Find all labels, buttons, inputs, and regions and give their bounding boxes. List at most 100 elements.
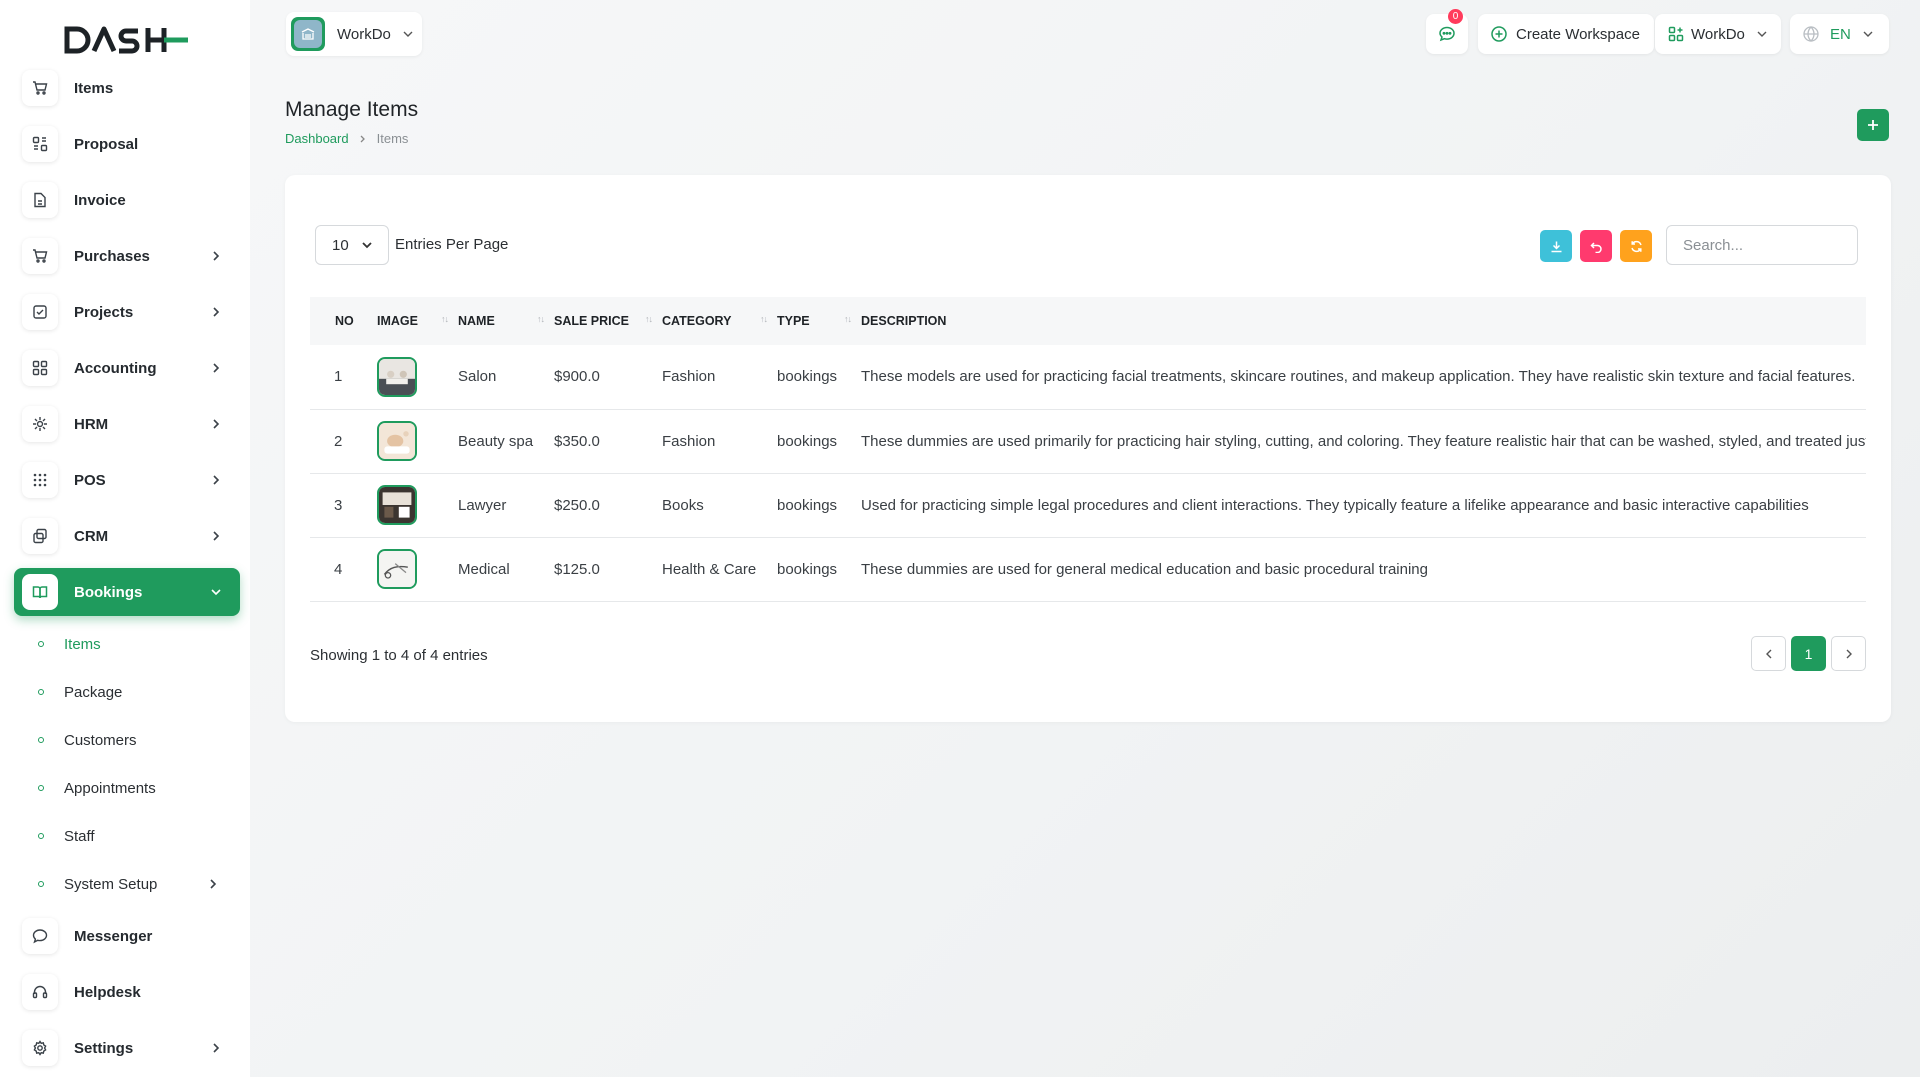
sidebar-item-label: CRM [74, 527, 109, 545]
cell-name: Salon [458, 368, 497, 386]
col-header-no: NO [335, 314, 354, 328]
workspace-icon [291, 17, 325, 51]
item-thumbnail[interactable] [377, 549, 417, 589]
sidebar-item-label: Settings [74, 1039, 134, 1057]
subitem-label: Customers [64, 731, 137, 749]
sidebar-subitem-customers[interactable]: Customers [38, 725, 238, 755]
cell-price: $250.0 [554, 496, 600, 514]
export-button[interactable] [1540, 230, 1572, 262]
table-row: 4 Medical $125.0 Health & Care bookings … [310, 537, 1866, 601]
create-workspace-button[interactable]: Create Workspace [1478, 14, 1654, 54]
sidebar-subitem-system-setup[interactable]: System Setup [38, 869, 238, 899]
sidebar-item-label: Invoice [74, 191, 126, 209]
item-thumbnail[interactable] [377, 356, 417, 397]
entries-per-page-label: Entries Per Page [395, 236, 509, 253]
breadcrumb-dashboard-link[interactable]: Dashboard [285, 131, 349, 146]
chevron-left-icon [1765, 649, 1771, 658]
gear-icon [22, 1030, 58, 1066]
bullet-icon [38, 785, 44, 791]
col-header-sale-price[interactable]: SALE PRICE ↑↓ [554, 297, 662, 345]
items-card: 10 Entries Per Page NO IMAGE ↑↓ NAME ↑↓ SA… [285, 175, 1891, 722]
sidebar-item-proposal[interactable]: Proposal [14, 120, 240, 168]
chevron-right-icon [208, 879, 218, 889]
undo-icon [1589, 241, 1602, 253]
book-icon [22, 574, 58, 610]
col-header-category[interactable]: CATEGORY ↑↓ [662, 297, 777, 345]
back-button[interactable] [1580, 230, 1612, 262]
table-header-row: NO IMAGE ↑↓ NAME ↑↓ SALE PRICE ↑↓ CATEGORY ↑… [310, 297, 1866, 345]
cell-type: bookings [777, 496, 838, 514]
col-header-label: CATEGORY [662, 314, 732, 328]
cell-price: $125.0 [554, 560, 600, 578]
refresh-icon [1630, 240, 1642, 252]
cell-price: $900.0 [554, 368, 600, 386]
pagination-page-button[interactable]: 1 [1791, 636, 1826, 671]
chevron-down-icon [403, 29, 413, 39]
table-row: 1 Salon $900.0 Fashion bookings These mo… [310, 345, 1866, 409]
sidebar-item-items[interactable]: Items [14, 64, 240, 112]
item-thumbnail[interactable] [377, 485, 417, 525]
per-page-value: 10 [332, 236, 349, 254]
col-header-name[interactable]: NAME ↑↓ [458, 297, 554, 345]
sidebar-subitem-appointments[interactable]: Appointments [38, 773, 238, 803]
sidebar-item-crm[interactable]: CRM [14, 512, 240, 560]
pagination-summary: Showing 1 to 4 of 4 entries [310, 647, 488, 664]
refresh-button[interactable] [1620, 230, 1652, 262]
sidebar-item-messenger[interactable]: Messenger [14, 912, 240, 960]
sidebar: Items Proposal Invoice Purchases Project… [0, 0, 250, 1077]
sidebar-subitem-items[interactable]: Items [38, 629, 238, 659]
sidebar-item-hrm[interactable]: HRM [14, 400, 240, 448]
pagination-prev-button[interactable] [1751, 636, 1786, 671]
notifications-button[interactable]: 0 [1426, 9, 1468, 54]
proposal-icon [22, 126, 58, 162]
sidebar-item-label: Purchases [74, 247, 150, 265]
sort-icon: ↑↓ [760, 314, 768, 324]
plus-icon [1868, 120, 1878, 130]
bullet-icon [38, 737, 44, 743]
workspace-menu-button[interactable]: WorkDo [1655, 14, 1781, 54]
create-workspace-label: Create Workspace [1516, 25, 1640, 43]
col-header-description: DESCRIPTION [861, 314, 947, 328]
checkbox-icon [22, 294, 58, 330]
col-header-label: NAME [458, 314, 495, 328]
item-thumbnail[interactable] [377, 421, 417, 461]
workspace-switcher[interactable]: WorkDo [286, 12, 422, 56]
sidebar-item-bookings[interactable]: Bookings [14, 568, 240, 616]
sidebar-subitem-staff[interactable]: Staff [38, 821, 238, 851]
sidebar-subitem-package[interactable]: Package [38, 677, 238, 707]
language-switcher[interactable]: EN [1790, 14, 1889, 54]
cell-description: Used for practicing simple legal procedu… [861, 496, 1809, 514]
dash-logo[interactable] [64, 22, 190, 58]
chevron-right-icon [206, 1043, 226, 1053]
cell-name: Beauty spa [458, 432, 534, 450]
sidebar-item-label: Accounting [74, 359, 157, 377]
headset-icon [22, 974, 58, 1010]
table-row: 3 Lawyer $250.0 Books bookings Used for … [310, 473, 1866, 537]
add-item-button[interactable] [1857, 109, 1889, 141]
entries-per-page-select[interactable]: 10 [315, 225, 389, 265]
subitem-label: Appointments [64, 779, 156, 797]
subitem-label: System Setup [64, 875, 158, 893]
sort-icon: ↑↓ [645, 314, 653, 324]
sidebar-item-pos[interactable]: POS [14, 456, 240, 504]
grid-icon [22, 350, 58, 386]
search-input[interactable] [1666, 225, 1858, 265]
sidebar-item-accounting[interactable]: Accounting [14, 344, 240, 392]
sidebar-item-label: Helpdesk [74, 983, 141, 1001]
chevron-down-icon [206, 587, 226, 597]
sort-icon: ↑↓ [844, 314, 852, 324]
col-header-image[interactable]: IMAGE ↑↓ [377, 297, 458, 345]
sidebar-item-purchases[interactable]: Purchases [14, 232, 240, 280]
cell-no: 4 [334, 560, 343, 578]
sidebar-item-helpdesk[interactable]: Helpdesk [14, 968, 240, 1016]
sidebar-item-settings[interactable]: Settings [14, 1024, 240, 1072]
sidebar-item-label: Items [74, 79, 114, 97]
apps-icon [1668, 26, 1684, 42]
sidebar-item-invoice[interactable]: Invoice [14, 176, 240, 224]
pagination-next-button[interactable] [1831, 636, 1866, 671]
sidebar-item-projects[interactable]: Projects [14, 288, 240, 336]
cell-image [377, 409, 458, 473]
col-header-type[interactable]: TYPE ↑↓ [777, 297, 861, 345]
cell-category: Fashion [662, 368, 716, 386]
cell-type: bookings [777, 368, 838, 386]
